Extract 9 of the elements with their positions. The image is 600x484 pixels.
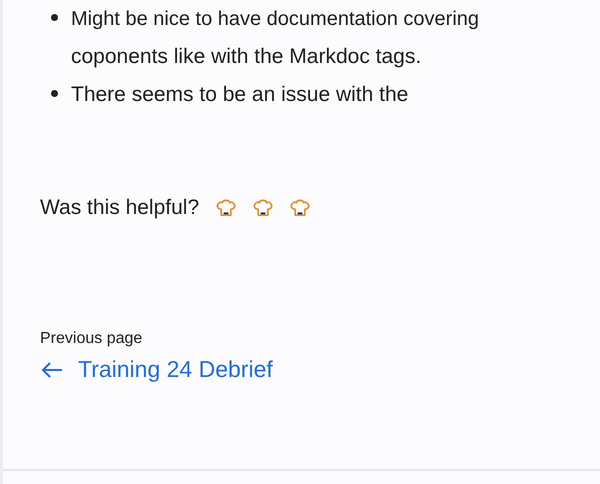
bullet-icon <box>51 90 58 97</box>
list-item-text: Might be nice to have documentation covering <box>71 7 480 32</box>
feedback-question: Was this helpful? <box>40 196 200 220</box>
list-item-text: coponents like with the Markdoc tags. <box>71 44 422 70</box>
list-item-text: There seems to be an issue with the <box>71 82 408 108</box>
bullet-icon <box>51 14 58 21</box>
previous-page-label: Previous page <box>40 330 142 348</box>
arrow-left-icon <box>40 360 64 380</box>
previous-page-link[interactable]: Training 24 Debrief <box>40 356 273 383</box>
